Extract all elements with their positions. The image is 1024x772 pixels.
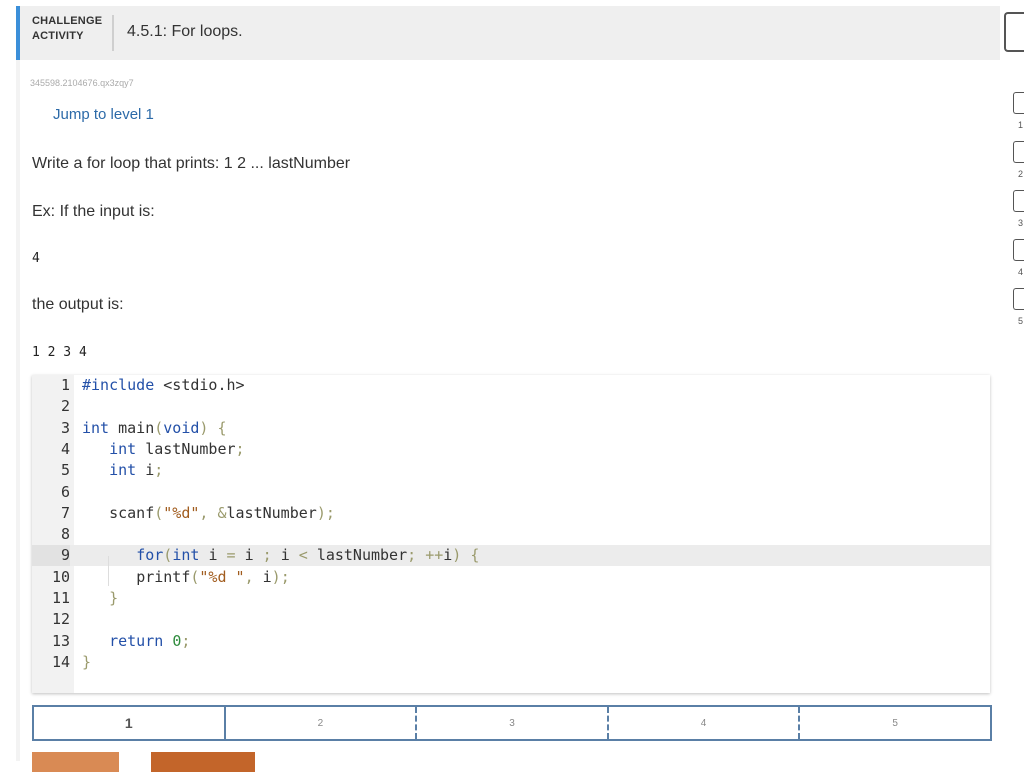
line-number: 13 bbox=[51, 631, 70, 650]
level-3-status-icon bbox=[1013, 190, 1024, 212]
line-number: 1 bbox=[60, 376, 70, 394]
line-number: 14 bbox=[51, 652, 70, 671]
code-line[interactable]: 13 return 0; bbox=[32, 631, 990, 652]
level-tab-4[interactable]: 4 bbox=[606, 707, 799, 739]
code-line[interactable]: 10 printf("%d ", i); bbox=[32, 567, 990, 588]
challenge-header: CHALLENGE ACTIVITY 4.5.1: For loops. bbox=[16, 6, 1008, 60]
problem-prompt: Write a for loop that prints: 1 2 ... la… bbox=[32, 155, 351, 172]
code-line[interactable]: 9 for(int i = i ; i < lastNumber; ++i) { bbox=[32, 545, 990, 567]
code-line[interactable]: 6 bbox=[32, 482, 990, 503]
header-divider bbox=[112, 15, 114, 51]
indent-guide bbox=[108, 556, 109, 586]
line-number: 10 bbox=[51, 567, 70, 586]
code-line[interactable]: 11 } bbox=[32, 588, 990, 609]
check-button[interactable] bbox=[32, 752, 119, 772]
label-line-1: CHALLENGE bbox=[32, 15, 103, 27]
level-5-number: 5 bbox=[1018, 316, 1024, 326]
code-text[interactable]: for(int i = i ; i < lastNumber; ++i) { bbox=[82, 545, 479, 566]
level-5-status-icon bbox=[1013, 288, 1024, 310]
code-text[interactable]: int main(void) { bbox=[82, 418, 227, 439]
example-input: 4 bbox=[32, 251, 40, 266]
line-number: 7 bbox=[60, 503, 70, 522]
level-tab-5[interactable]: 5 bbox=[798, 707, 990, 739]
label-line-2: ACTIVITY bbox=[32, 30, 84, 42]
code-line[interactable]: 5 int i; bbox=[32, 460, 990, 481]
example-output: 1 2 3 4 bbox=[32, 345, 87, 360]
level-tabs: 12345 bbox=[32, 705, 992, 741]
jump-to-level-link[interactable]: Jump to level 1 bbox=[53, 106, 154, 123]
line-number: 6 bbox=[60, 482, 70, 501]
level-tab-3[interactable]: 3 bbox=[415, 707, 607, 739]
content-side-border bbox=[16, 60, 20, 761]
level-1-status-icon bbox=[1013, 92, 1024, 114]
line-number: 9 bbox=[32, 545, 70, 567]
challenge-activity-label: CHALLENGE ACTIVITY bbox=[32, 14, 102, 44]
code-text[interactable]: #include <stdio.h> bbox=[82, 375, 245, 396]
activity-completion-icon bbox=[1004, 12, 1024, 52]
code-line[interactable]: 8 bbox=[32, 524, 990, 545]
line-number: 2 bbox=[60, 397, 70, 416]
code-text[interactable]: return 0; bbox=[82, 631, 190, 652]
activity-code-id: 345598.2104676.qx3zqy7 bbox=[30, 78, 134, 88]
level-1-number: 1 bbox=[1018, 120, 1024, 130]
code-text[interactable]: } bbox=[82, 652, 91, 673]
code-line[interactable]: 14} bbox=[32, 652, 990, 673]
code-text[interactable]: int i; bbox=[82, 460, 163, 481]
code-line[interactable]: 4 int lastNumber; bbox=[32, 439, 990, 460]
code-text[interactable]: int lastNumber; bbox=[82, 439, 244, 460]
level-2-status-icon bbox=[1013, 141, 1024, 163]
code-line[interactable]: 2 bbox=[32, 396, 990, 417]
level-4-number: 4 bbox=[1018, 267, 1024, 277]
output-intro: the output is: bbox=[32, 296, 124, 313]
code-editor[interactable]: 1 #include <stdio.h> 2 3 int main(void) {4 i… bbox=[32, 375, 990, 693]
code-line[interactable]: 12 bbox=[32, 609, 990, 630]
level-progress-strip bbox=[1000, 0, 1024, 761]
code-line[interactable]: 7 scanf("%d", &lastNumber); bbox=[32, 503, 990, 524]
code-text[interactable]: printf("%d ", i); bbox=[82, 567, 290, 588]
activity-title: 4.5.1: For loops. bbox=[127, 23, 243, 40]
line-number: 12 bbox=[51, 610, 70, 629]
example-intro: Ex: If the input is: bbox=[32, 203, 155, 220]
level-4-status-icon bbox=[1013, 239, 1024, 261]
line-number: 11 bbox=[51, 589, 70, 607]
line-number: 5 bbox=[60, 461, 70, 480]
line-number: 8 bbox=[60, 525, 70, 544]
level-2-number: 2 bbox=[1018, 169, 1024, 179]
try-again-button[interactable] bbox=[151, 752, 255, 772]
code-line[interactable]: 1 #include <stdio.h> bbox=[32, 375, 990, 396]
level-tab-2[interactable]: 2 bbox=[226, 707, 416, 739]
level-tab-1[interactable]: 1 bbox=[34, 707, 226, 739]
code-text[interactable]: } bbox=[82, 588, 118, 609]
line-number: 4 bbox=[60, 439, 70, 458]
level-3-number: 3 bbox=[1018, 218, 1024, 228]
code-text[interactable]: scanf("%d", &lastNumber); bbox=[82, 503, 335, 524]
code-line[interactable]: 3 int main(void) { bbox=[32, 418, 990, 439]
line-number: 3 bbox=[60, 418, 70, 437]
